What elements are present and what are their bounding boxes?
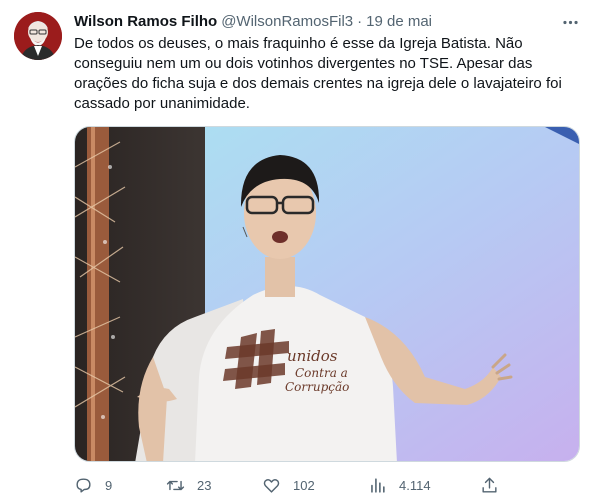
retweet-button[interactable]: 23 xyxy=(166,474,211,496)
author-handle[interactable]: @WilsonRamosFil3 xyxy=(221,12,353,32)
tweet-card[interactable]: Wilson Ramos Filho @WilsonRamosFil3 · 19… xyxy=(0,0,594,504)
views-button[interactable]: 4.114 xyxy=(368,474,431,496)
svg-text:Corrupção: Corrupção xyxy=(285,380,349,394)
heart-icon xyxy=(263,478,280,493)
svg-text:Contra a: Contra a xyxy=(295,366,348,380)
more-dots-icon xyxy=(562,20,578,24)
svg-text:unidos: unidos xyxy=(287,347,338,365)
author-avatar[interactable] xyxy=(14,12,62,60)
retweet-icon xyxy=(166,480,185,490)
photo-image: unidos Contra a Corrupção xyxy=(75,127,579,461)
reply-icon xyxy=(76,477,91,493)
views-chart-icon xyxy=(371,477,385,493)
tweet-actions: 9 23 102 4.114 xyxy=(74,474,504,496)
reply-button[interactable]: 9 xyxy=(74,474,112,496)
author-name[interactable]: Wilson Ramos Filho xyxy=(74,12,217,32)
share-button[interactable] xyxy=(480,474,499,496)
tweet-header: Wilson Ramos Filho @WilsonRamosFil3 · 19… xyxy=(74,12,432,32)
tweet-photo[interactable]: unidos Contra a Corrupção xyxy=(74,126,580,462)
like-count: 102 xyxy=(293,477,315,493)
retweet-count: 23 xyxy=(197,477,212,493)
tweet-text: De todos os deuses, o mais fraquinho é e… xyxy=(74,35,562,112)
like-button[interactable]: 102 xyxy=(262,474,315,496)
tweet-date[interactable]: 19 de mai xyxy=(366,12,432,32)
reply-count: 9 xyxy=(105,477,113,493)
views-count: 4.114 xyxy=(399,477,431,493)
share-icon xyxy=(482,477,497,493)
more-button[interactable] xyxy=(558,10,582,34)
avatar-image xyxy=(14,12,62,60)
header-separator: · xyxy=(357,13,363,30)
